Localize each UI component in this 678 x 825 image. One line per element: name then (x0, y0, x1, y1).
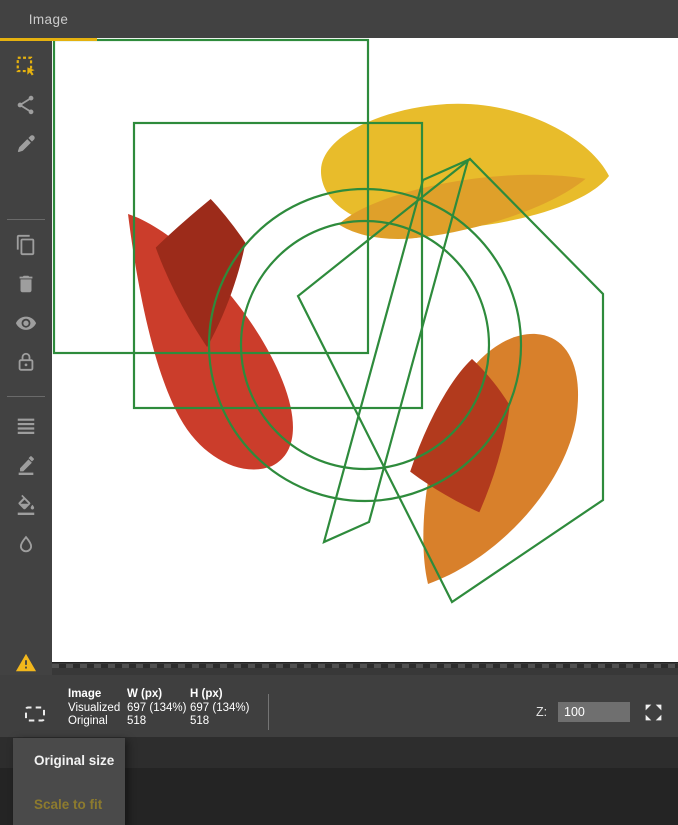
eyedropper-tool-button[interactable] (15, 133, 37, 155)
fit-image-button[interactable] (22, 701, 48, 727)
delete-button[interactable] (15, 273, 37, 295)
layers-lines-icon (15, 414, 37, 436)
toolbar-divider (7, 396, 45, 397)
top-bar: Image (0, 0, 678, 38)
eye-icon (15, 312, 37, 334)
marquee-select-icon (15, 55, 37, 77)
image-size-table: Image W (px) H (px) Visualized 697 (134%… (68, 688, 249, 729)
share-tool-button[interactable] (15, 94, 37, 116)
scrollbar-dashes (52, 664, 678, 668)
size-col-header: W (px) (127, 688, 190, 702)
droplet-button[interactable] (15, 534, 37, 556)
canvas-artwork (52, 38, 678, 662)
fullscreen-icon (643, 710, 664, 727)
pencil-button[interactable] (15, 454, 37, 476)
droplet-icon (15, 534, 37, 556)
image-editor-window: Image (0, 0, 678, 825)
pencil-icon (15, 454, 37, 476)
active-tab-indicator (0, 38, 97, 41)
statusbar-divider (268, 694, 269, 730)
fit-to-screen-icon (22, 714, 48, 731)
lock-icon (15, 351, 37, 373)
toolbar-divider (7, 219, 45, 220)
fill-button[interactable] (15, 494, 37, 516)
visibility-button[interactable] (15, 312, 37, 334)
lock-button[interactable] (15, 351, 37, 373)
image-canvas[interactable] (52, 38, 678, 662)
size-cell: Original (68, 715, 127, 729)
zoom-label: Z: (536, 705, 547, 719)
menu-item-original-size[interactable]: Original size (13, 738, 125, 782)
zoom-input[interactable] (558, 702, 630, 722)
select-tool-button[interactable] (15, 55, 37, 77)
share-polyline-icon (15, 94, 37, 116)
copy-icon (15, 234, 37, 256)
size-col-header: Image (68, 688, 127, 702)
size-cell: 518 (190, 715, 249, 729)
eyedropper-icon (15, 133, 37, 155)
size-cell: 697 (134%) (190, 702, 249, 716)
layers-button[interactable] (15, 414, 37, 436)
size-cell: 697 (134%) (127, 702, 190, 716)
fullscreen-button[interactable] (643, 702, 664, 723)
warning-icon (15, 652, 37, 674)
size-col-header: H (px) (190, 688, 249, 702)
context-menu: Original size Scale to fit (13, 738, 125, 825)
paint-bucket-icon (15, 494, 37, 516)
size-cell: Visualized (68, 702, 127, 716)
horizontal-scrollbar[interactable] (52, 662, 678, 676)
tab-image-label: Image (29, 12, 69, 27)
menu-item-scale-to-fit[interactable]: Scale to fit (13, 782, 125, 825)
trash-icon (15, 273, 37, 295)
tab-image[interactable]: Image (0, 0, 97, 38)
copy-button[interactable] (15, 234, 37, 256)
size-cell: 518 (127, 715, 190, 729)
toolbar (0, 38, 52, 675)
warning-indicator-1[interactable] (15, 652, 37, 674)
